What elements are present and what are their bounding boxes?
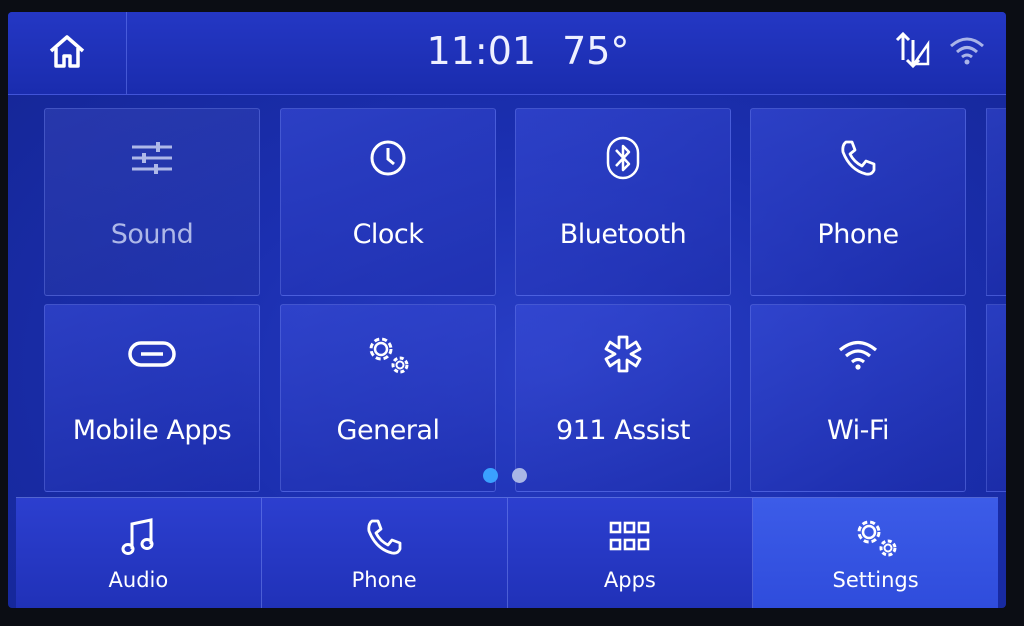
bottom-nav-bar: Audio Phone Apps Settings <box>16 497 998 608</box>
tile-label: Clock <box>352 219 424 250</box>
tile-mobile-apps[interactable]: Mobile Apps <box>44 304 260 492</box>
tile-911-assist[interactable]: 911 Assist <box>515 304 731 492</box>
music-note-icon <box>121 516 155 558</box>
nav-phone[interactable]: Phone <box>261 498 508 608</box>
tile-label: Sound <box>110 219 194 250</box>
nav-audio[interactable]: Audio <box>16 498 262 608</box>
phone-icon <box>838 137 878 179</box>
data-signal-icon <box>894 30 930 74</box>
wifi-icon <box>837 333 879 375</box>
nav-settings[interactable]: Settings <box>753 498 998 608</box>
tile-label: General <box>336 415 440 446</box>
star-of-life-icon <box>603 333 643 375</box>
tile-label: Bluetooth <box>559 219 687 250</box>
tile-label: Mobile Apps <box>72 415 232 446</box>
tile-label: Phone <box>817 219 899 250</box>
wifi-icon <box>948 35 986 69</box>
tile-label: 911 Assist <box>556 415 690 446</box>
status-icons <box>894 30 986 74</box>
nav-label: Phone <box>351 568 417 592</box>
next-page-tile-edge <box>986 304 1006 492</box>
equalizer-icon <box>130 137 174 179</box>
home-button[interactable] <box>8 12 127 94</box>
clock-time: 11:01 <box>426 29 537 73</box>
page-indicator <box>483 468 527 483</box>
tile-bluetooth[interactable]: Bluetooth <box>515 108 731 296</box>
tile-sound[interactable]: Sound <box>44 108 260 296</box>
gears-icon <box>851 516 901 558</box>
nav-apps[interactable]: Apps <box>507 498 754 608</box>
tile-wifi[interactable]: Wi-Fi <box>750 304 966 492</box>
outside-temperature: 75° <box>562 29 630 73</box>
time-temperature: 11:01 75° <box>408 26 648 76</box>
page-dot[interactable] <box>512 468 527 483</box>
tile-label: Wi-Fi <box>827 415 889 446</box>
home-icon <box>47 32 87 74</box>
infotainment-screen: 11:01 75° Sound Clock Bluetooth Phone Mo… <box>8 12 1006 608</box>
tile-clock[interactable]: Clock <box>280 108 496 296</box>
tile-phone[interactable]: Phone <box>750 108 966 296</box>
tile-general[interactable]: General <box>280 304 496 492</box>
page-dot-active[interactable] <box>483 468 498 483</box>
status-bar: 11:01 75° <box>8 12 1006 95</box>
bluetooth-icon <box>606 136 640 180</box>
apps-grid-icon <box>609 516 651 558</box>
next-page-tile-edge <box>986 108 1006 296</box>
nav-label: Settings <box>832 568 919 592</box>
phone-icon <box>364 516 404 558</box>
clock-icon <box>369 137 407 179</box>
gears-icon <box>363 333 413 375</box>
nav-label: Audio <box>108 568 169 592</box>
nav-label: Apps <box>603 568 656 592</box>
link-icon <box>127 333 177 375</box>
